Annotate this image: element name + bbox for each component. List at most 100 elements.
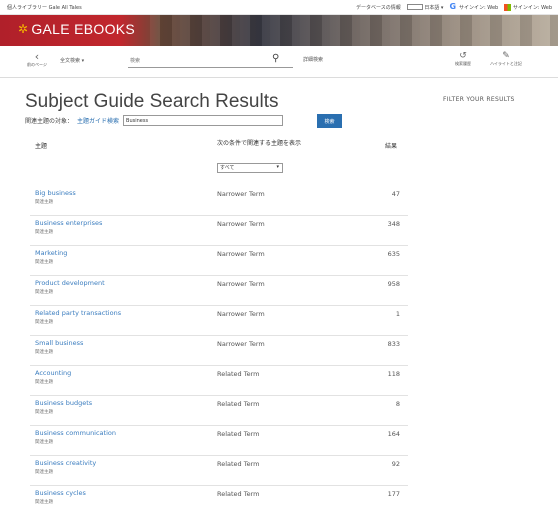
result-count: 92 xyxy=(391,460,400,468)
subject-term-link[interactable]: Business cycles xyxy=(35,489,86,497)
filter-results-heading[interactable]: FILTER YOUR RESULTS xyxy=(443,96,515,103)
relation-type: Narrower Term xyxy=(217,340,265,348)
history-icon: ↺ xyxy=(459,51,467,61)
gale-ebooks-logo[interactable]: ✲ GALE EBOOKS xyxy=(18,21,135,37)
relation-type: Narrower Term xyxy=(217,190,265,198)
relation-type: Related Term xyxy=(217,370,260,378)
banner-bookshelf-image xyxy=(150,15,558,46)
subject-term-link[interactable]: Business enterprises xyxy=(35,219,102,227)
table-row: Business budgets 関連主題 Related Term 8 xyxy=(30,396,408,426)
result-count: 118 xyxy=(387,370,400,378)
back-button[interactable]: ‹ 前のページ xyxy=(22,51,52,68)
google-icon: G xyxy=(449,2,457,11)
subject-term-link[interactable]: Product development xyxy=(35,279,105,287)
result-count: 8 xyxy=(395,400,400,408)
related-subjects-link[interactable]: 関連主題 xyxy=(35,409,53,415)
page-title: Subject Guide Search Results xyxy=(25,91,279,112)
relation-type: Related Term xyxy=(217,400,260,408)
relation-type: Narrower Term xyxy=(217,220,265,228)
highlights-notes-label: ハイライトと注記 xyxy=(490,61,522,66)
microsoft-icon xyxy=(504,3,512,11)
table-row: Marketing 関連主題 Narrower Term 635 xyxy=(30,246,408,276)
search-toolbar: ‹ 前のページ 全文検索 ▾ ⚲ 詳細検索 ↺ 検索履歴 ✎ ハイライトと注記 xyxy=(0,46,558,78)
subject-term-link[interactable]: Big business xyxy=(35,189,76,197)
language-label: 日本語 xyxy=(424,4,440,11)
search-scope-label: 全文検索 xyxy=(60,58,81,64)
library-name: 個人ライブラリー Gale All Tales xyxy=(7,5,82,11)
related-subjects-link[interactable]: 関連主題 xyxy=(35,379,53,385)
result-count: 177 xyxy=(387,490,400,498)
column-header-term: 主題 xyxy=(35,143,48,150)
result-count: 958 xyxy=(387,280,400,288)
table-row: Big business 関連主題 Narrower Term 47 xyxy=(30,186,408,216)
brand-name: GALE EBOOKS xyxy=(31,21,136,37)
subject-term-link[interactable]: Business creativity xyxy=(35,459,96,467)
related-subjects-link[interactable]: 関連主題 xyxy=(35,319,53,325)
back-label: 前のページ xyxy=(27,62,47,67)
subject-search-line: 関連主題の対象： 主題ガイド検索 xyxy=(25,115,284,126)
search-history-label: 検索履歴 xyxy=(455,61,471,66)
relation-filter-value: すべて xyxy=(220,165,235,171)
subject-term-link[interactable]: Small business xyxy=(35,339,83,347)
relation-type: Related Term xyxy=(217,430,260,438)
top-utility-bar: 個人ライブラリー Gale All Tales データベースの情報 日本語 ▾ … xyxy=(0,0,558,15)
subject-term-link[interactable]: Related party transactions xyxy=(35,309,121,317)
result-count: 833 xyxy=(387,340,400,348)
table-row: Related party transactions 関連主題 Narrower T… xyxy=(30,306,408,336)
subject-guide-link[interactable]: 主題ガイド検索 xyxy=(77,116,119,125)
subject-term-link[interactable]: Business communication xyxy=(35,429,116,437)
result-count: 348 xyxy=(387,220,400,228)
column-header-show: 次の条件で関連する主題を表示 xyxy=(217,140,302,147)
search-history-button[interactable]: ↺ 検索履歴 xyxy=(455,51,471,67)
subject-term-link[interactable]: Business budgets xyxy=(35,399,92,407)
subject-term-link[interactable]: Accounting xyxy=(35,369,71,377)
related-subjects-link[interactable]: 関連主題 xyxy=(35,229,53,235)
related-subjects-link[interactable]: 関連主題 xyxy=(35,289,53,295)
search-input[interactable] xyxy=(128,54,293,68)
subject-input[interactable] xyxy=(123,115,284,126)
search-button[interactable]: ⚲ xyxy=(272,53,279,64)
related-subjects-link[interactable]: 関連主題 xyxy=(35,259,53,265)
table-row: Accounting 関連主題 Related Term 118 xyxy=(30,366,408,396)
table-row: Business enterprises 関連主題 Narrower Term 348 xyxy=(30,216,408,246)
related-subjects-link[interactable]: 関連主題 xyxy=(35,469,53,475)
related-subjects-link[interactable]: 関連主題 xyxy=(35,499,53,505)
language-grid-icon xyxy=(406,4,423,10)
relation-type: Narrower Term xyxy=(217,250,265,258)
gale-star-icon: ✲ xyxy=(18,22,29,36)
related-subjects-link[interactable]: 関連主題 xyxy=(35,349,53,355)
table-row: Business communication 関連主題 Related Term 16… xyxy=(30,426,408,456)
google-signin-link[interactable]: G サインイン: Web xyxy=(449,2,499,12)
language-selector[interactable]: 日本語 ▾ xyxy=(406,4,443,11)
table-row: Business creativity 関連主題 Related Term 92 xyxy=(30,456,408,486)
highlights-notes-button[interactable]: ✎ ハイライトと注記 xyxy=(490,51,522,67)
subject-term-link[interactable]: Marketing xyxy=(35,249,67,257)
relation-type: Related Term xyxy=(217,490,260,498)
result-count: 635 xyxy=(387,250,400,258)
advanced-search-link[interactable]: 詳細検索 xyxy=(303,56,323,63)
pen-icon: ✎ xyxy=(502,51,510,61)
table-row: Small business 関連主題 Narrower Term 833 xyxy=(30,336,408,366)
relation-filter-select[interactable]: すべて ▾ xyxy=(217,163,283,173)
table-row: Product development 関連主題 Narrower Term 958 xyxy=(30,276,408,306)
microsoft-signin-label: サインイン: Web xyxy=(512,4,552,11)
top-utility-links: データベースの情報 日本語 ▾ G サインイン: Web サインイン: Web xyxy=(356,2,552,12)
result-count: 164 xyxy=(387,430,400,438)
relation-type: Related Term xyxy=(217,460,260,468)
header-banner: ✲ GALE EBOOKS xyxy=(0,15,558,46)
subject-prefix-label: 関連主題の対象： xyxy=(25,118,74,125)
result-count: 1 xyxy=(395,310,400,318)
column-header-count: 結果 xyxy=(385,143,398,150)
related-subjects-link[interactable]: 関連主題 xyxy=(35,199,53,205)
result-count: 47 xyxy=(391,190,400,198)
microsoft-signin-link[interactable]: サインイン: Web xyxy=(504,3,552,11)
subject-search-button[interactable]: 検索 xyxy=(317,114,342,128)
relation-type: Narrower Term xyxy=(217,280,265,288)
chevron-left-icon: ‹ xyxy=(34,50,40,63)
related-subjects-link[interactable]: 関連主題 xyxy=(35,439,53,445)
database-info-link[interactable]: データベースの情報 xyxy=(356,4,401,11)
magnifier-icon: ⚲ xyxy=(272,53,280,64)
search-scope-dropdown[interactable]: 全文検索 ▾ xyxy=(60,57,84,64)
caret-down-icon: ▾ xyxy=(276,164,279,170)
google-signin-label: サインイン: Web xyxy=(459,5,499,11)
